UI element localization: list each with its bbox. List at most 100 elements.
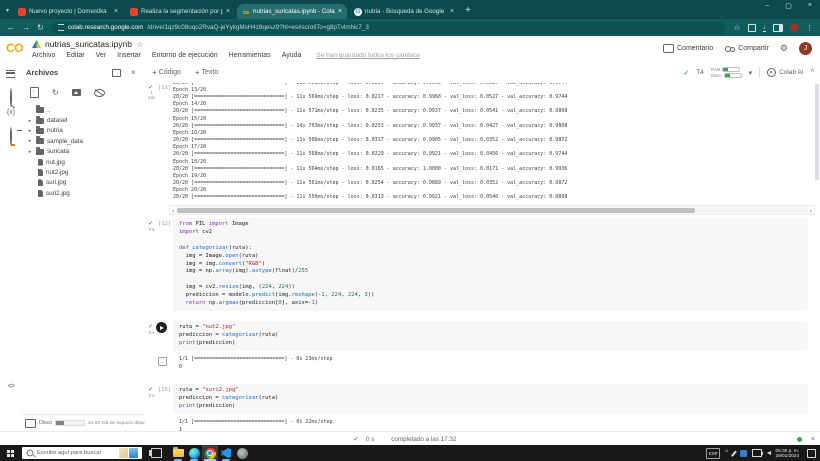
- notebook-title[interactable]: nutrias_suricatas.ipynb: [45, 39, 132, 49]
- scrollbar-track[interactable]: [176, 207, 808, 213]
- chevron-right-icon[interactable]: ▸: [27, 149, 33, 155]
- taskbar-search-input[interactable]: Escribe aquí para buscar: [22, 447, 142, 459]
- browser-menu-kebab-icon[interactable]: ⋮: [806, 24, 813, 32]
- terminal-icon[interactable]: [25, 419, 36, 428]
- bookmark-star-icon[interactable]: ☆: [733, 23, 740, 32]
- runtime-connected-check-icon: ✓: [683, 69, 689, 77]
- edge-button[interactable]: [186, 445, 202, 461]
- code-line: prediccion = categorizar(ruta): [179, 332, 802, 340]
- tree-item[interactable]: suri.jpg: [22, 178, 145, 188]
- menubar-item[interactable]: Archivo: [32, 52, 55, 59]
- chevron-right-icon[interactable]: ▸: [27, 128, 33, 134]
- menubar-item[interactable]: Entorno de ejecución: [152, 52, 218, 59]
- mount-drive-icon[interactable]: [72, 89, 81, 96]
- window-maximize-button[interactable]: ▢: [785, 2, 792, 10]
- tree-item[interactable]: ▸suricata: [22, 147, 145, 157]
- tree-item[interactable]: ..: [22, 105, 145, 115]
- scroll-right-arrow-icon[interactable]: ▸: [808, 208, 814, 213]
- close-panel-icon[interactable]: ×: [131, 70, 136, 76]
- menubar-item[interactable]: Herramientas: [229, 52, 271, 59]
- cell-output-icon[interactable]: [158, 357, 167, 366]
- tree-item[interactable]: suri2.jpg: [22, 188, 145, 198]
- side-panel-icon[interactable]: [773, 24, 783, 32]
- chrome-button[interactable]: [202, 445, 218, 461]
- chevron-right-icon[interactable]: ▸: [27, 138, 33, 144]
- resource-gauge[interactable]: RAM Disco: [711, 67, 742, 79]
- volume-icon[interactable]: [767, 451, 771, 455]
- extensions-icon[interactable]: [748, 24, 756, 32]
- tab-close-icon[interactable]: ×: [226, 8, 230, 15]
- menubar-item[interactable]: Insertar: [117, 52, 141, 59]
- share-button[interactable]: Compartir: [724, 45, 769, 53]
- code-cell[interactable]: ruta = "nut2.jpg"prediccion = categoriza…: [173, 321, 808, 351]
- code-snippets-icon[interactable]: <>: [8, 383, 14, 390]
- colab-logo[interactable]: CO: [6, 41, 23, 55]
- download-icon[interactable]: ↓: [763, 24, 767, 32]
- tree-item[interactable]: ▸nutria: [22, 126, 145, 136]
- site-info-icon[interactable]: [58, 24, 64, 31]
- tree-item[interactable]: nut.jpg: [22, 157, 145, 167]
- vscode-button[interactable]: [218, 445, 234, 461]
- open-in-tab-icon[interactable]: [112, 69, 121, 77]
- hidden-icons-chevron-icon[interactable]: ^: [725, 450, 728, 456]
- runtime-dropdown-chevron-icon[interactable]: ▾: [749, 69, 753, 77]
- browser-tab[interactable]: ∞nutrias_suricatas.ipynb - Colab×: [237, 4, 347, 19]
- cell-exec-time: 0 s: [147, 331, 156, 336]
- browser-tab[interactable]: Realiza la segmentación por po×: [125, 4, 235, 19]
- forward-icon[interactable]: →: [22, 23, 30, 32]
- browser-tab[interactable]: Gnutria - Búsqueda de Google×: [349, 4, 459, 19]
- upload-file-icon[interactable]: [30, 87, 39, 98]
- account-avatar[interactable]: J: [799, 42, 812, 55]
- tray-app-icon[interactable]: [740, 450, 747, 457]
- tab-search-chevron-icon[interactable]: ▾: [6, 7, 9, 14]
- status-close-icon[interactable]: ×: [811, 436, 815, 443]
- file-explorer-button[interactable]: [170, 445, 186, 461]
- colab-ai-button[interactable]: Colab AI: [767, 68, 804, 77]
- tree-item[interactable]: nut2.jpg: [22, 167, 145, 177]
- tree-item[interactable]: ▸sample_data: [22, 136, 145, 146]
- search-icon: [27, 450, 34, 457]
- notification-center-icon[interactable]: [807, 449, 816, 458]
- start-button[interactable]: [7, 450, 14, 457]
- tree-item[interactable]: ▸dataset: [22, 115, 145, 125]
- runtime-type[interactable]: T4: [696, 69, 704, 76]
- new-tab-button[interactable]: +: [465, 5, 471, 16]
- menubar-item[interactable]: Ver: [96, 52, 107, 59]
- task-view-icon[interactable]: [151, 448, 162, 458]
- settings-gear-icon[interactable]: ⚙: [780, 43, 788, 54]
- pen-tray-icon[interactable]: [731, 450, 737, 456]
- scrollbar-thumb[interactable]: [177, 208, 695, 213]
- run-cell-button[interactable]: [156, 322, 167, 333]
- tab-close-icon[interactable]: ×: [114, 8, 118, 15]
- browser-tab[interactable]: Nuevo proyecto | Domestika×: [13, 4, 123, 19]
- taskbar-clock[interactable]: 05:38 p. m. 29/01/2024: [776, 448, 799, 459]
- app-button[interactable]: [234, 445, 250, 461]
- reload-icon[interactable]: ↻: [37, 23, 44, 32]
- window-close-button[interactable]: ×: [808, 2, 812, 10]
- code-cell[interactable]: ruta = "suri2.jpg"prediccion = categoriz…: [173, 384, 808, 414]
- window-minimize-button[interactable]: –: [765, 2, 769, 10]
- star-notebook-icon[interactable]: ☆: [136, 40, 143, 49]
- comment-button[interactable]: Comentario: [663, 44, 713, 53]
- menubar-item[interactable]: Editar: [66, 52, 84, 59]
- refresh-files-icon[interactable]: ↻: [52, 89, 59, 97]
- browser-profile-avatar[interactable]: [790, 23, 799, 32]
- add-code-button[interactable]: +Código: [152, 68, 181, 77]
- hidden-files-eye-icon[interactable]: [94, 89, 105, 97]
- back-icon[interactable]: ←: [7, 23, 15, 32]
- save-status[interactable]: Se han guardado todos los cambios: [316, 52, 420, 59]
- menubar-item[interactable]: Ayuda: [282, 52, 302, 59]
- notebook-vertical-scrollbar[interactable]: [815, 84, 819, 180]
- code-cell[interactable]: from PIL import Imageimport cv2 def cate…: [173, 218, 808, 311]
- language-indicator[interactable]: ESP: [706, 448, 720, 459]
- output-horizontal-scrollbar[interactable]: ◂ ▸: [169, 205, 815, 215]
- chevron-right-icon[interactable]: ▸: [27, 118, 33, 124]
- tab-close-icon[interactable]: ×: [450, 8, 454, 15]
- address-bar[interactable]: colab.research.google.com/drive/1qz9c08u…: [51, 22, 727, 34]
- add-text-button[interactable]: +Texto: [195, 68, 218, 77]
- outline-toc-icon[interactable]: [6, 70, 15, 78]
- tab-close-icon[interactable]: ×: [338, 8, 342, 15]
- collapse-header-chevron-icon[interactable]: ^: [811, 69, 814, 76]
- search-icon[interactable]: [10, 89, 12, 107]
- variables-icon[interactable]: {x}: [7, 109, 15, 116]
